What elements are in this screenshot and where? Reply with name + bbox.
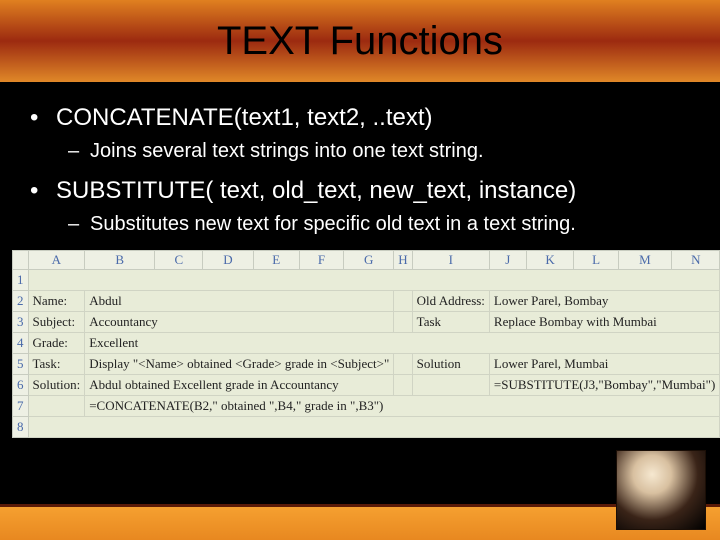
- bullet-icon: •: [30, 104, 56, 132]
- row-3: 3: [13, 312, 29, 333]
- table-row: 2 Name: Abdul Old Address: Lower Parel, …: [13, 291, 720, 312]
- col-J: J: [489, 251, 526, 270]
- subbullet-substitute: – Substitutes new text for specific old …: [68, 213, 690, 236]
- dash-icon: –: [68, 140, 90, 163]
- table-row: 8: [13, 417, 720, 438]
- table-row: 4 Grade: Excellent: [13, 333, 720, 354]
- title-bar: TEXT Functions: [0, 0, 720, 82]
- table-row: 6 Solution: Abdul obtained Excellent gra…: [13, 375, 720, 396]
- cell: Accountancy: [85, 312, 394, 333]
- col-D: D: [203, 251, 253, 270]
- cell: Subject:: [28, 312, 85, 333]
- bullet-icon: •: [30, 177, 56, 205]
- subbullet-concatenate: – Joins several text strings into one te…: [68, 140, 690, 163]
- corner-cell: [13, 251, 29, 270]
- cell: Old Address:: [412, 291, 489, 312]
- cell: Lower Parel, Mumbai: [489, 354, 719, 375]
- bullet-text: CONCATENATE(text1, text2, ..text): [56, 104, 433, 132]
- cell: Grade:: [28, 333, 85, 354]
- bullet-text: SUBSTITUTE( text, old_text, new_text, in…: [56, 177, 576, 205]
- cell: Replace Bombay with Mumbai: [489, 312, 719, 333]
- cell: Name:: [28, 291, 85, 312]
- cell: Display "<Name> obtained <Grade> grade i…: [85, 354, 394, 375]
- footer-bar: [0, 504, 720, 540]
- header-row: A B C D E F G H I J K L M N: [13, 251, 720, 270]
- bullet-substitute: • SUBSTITUTE( text, old_text, new_text, …: [30, 177, 690, 205]
- decorative-image: [616, 450, 706, 530]
- row-6: 6: [13, 375, 29, 396]
- bullet-concatenate: • CONCATENATE(text1, text2, ..text): [30, 104, 690, 132]
- row-2: 2: [13, 291, 29, 312]
- cell: Task: [412, 312, 489, 333]
- col-I: I: [412, 251, 489, 270]
- cell: Excellent: [85, 333, 720, 354]
- cell: Abdul obtained Excellent grade in Accoun…: [85, 375, 394, 396]
- slide-title: TEXT Functions: [217, 19, 503, 64]
- cell: =SUBSTITUTE(J3,"Bombay","Mumbai"): [489, 375, 719, 396]
- col-B: B: [85, 251, 155, 270]
- col-N: N: [672, 251, 720, 270]
- table-row: 7 =CONCATENATE(B2," obtained ",B4," grad…: [13, 396, 720, 417]
- col-K: K: [526, 251, 574, 270]
- table-row: 1: [13, 270, 720, 291]
- col-L: L: [574, 251, 618, 270]
- cell: Solution:: [28, 375, 85, 396]
- col-G: G: [344, 251, 394, 270]
- subbullet-text: Joins several text strings into one text…: [90, 140, 484, 163]
- table-row: 5 Task: Display "<Name> obtained <Grade>…: [13, 354, 720, 375]
- col-M: M: [618, 251, 672, 270]
- col-H: H: [394, 251, 412, 270]
- dash-icon: –: [68, 213, 90, 236]
- spreadsheet-example: A B C D E F G H I J K L M N 1 2 Name: Ab…: [12, 250, 720, 438]
- col-A: A: [28, 251, 85, 270]
- content-area: • CONCATENATE(text1, text2, ..text) – Jo…: [0, 82, 720, 236]
- row-8: 8: [13, 417, 29, 438]
- row-4: 4: [13, 333, 29, 354]
- col-C: C: [155, 251, 203, 270]
- subbullet-text: Substitutes new text for specific old te…: [90, 213, 576, 236]
- cell: Task:: [28, 354, 85, 375]
- row-7: 7: [13, 396, 29, 417]
- col-E: E: [253, 251, 299, 270]
- row-1: 1: [13, 270, 29, 291]
- table-row: 3 Subject: Accountancy Task Replace Bomb…: [13, 312, 720, 333]
- col-F: F: [299, 251, 343, 270]
- cell: =CONCATENATE(B2," obtained ",B4," grade …: [85, 396, 720, 417]
- cell: Solution: [412, 354, 489, 375]
- cell: Abdul: [85, 291, 394, 312]
- cell: Lower Parel, Bombay: [489, 291, 719, 312]
- row-5: 5: [13, 354, 29, 375]
